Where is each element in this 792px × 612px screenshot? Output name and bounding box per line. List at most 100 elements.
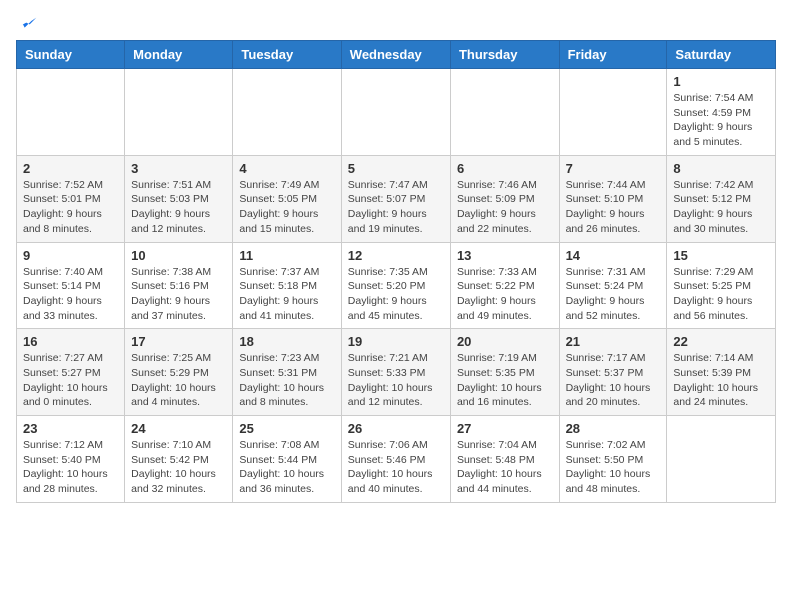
day-details: Sunrise: 7:44 AM Sunset: 5:10 PM Dayligh… (566, 178, 661, 237)
day-details: Sunrise: 7:21 AM Sunset: 5:33 PM Dayligh… (348, 351, 444, 410)
day-details: Sunrise: 7:12 AM Sunset: 5:40 PM Dayligh… (23, 438, 118, 497)
day-number: 9 (23, 248, 118, 263)
calendar-day-2: 2 Sunrise: 7:52 AM Sunset: 5:01 PM Daylig… (17, 155, 125, 242)
day-details: Sunrise: 7:52 AM Sunset: 5:01 PM Dayligh… (23, 178, 118, 237)
calendar-empty-cell (233, 69, 341, 156)
calendar-body: 1 Sunrise: 7:54 AM Sunset: 4:59 PM Daylig… (17, 69, 776, 503)
calendar-day-21: 21 Sunrise: 7:17 AM Sunset: 5:37 PM Dayli… (559, 329, 667, 416)
day-details: Sunrise: 7:27 AM Sunset: 5:27 PM Dayligh… (23, 351, 118, 410)
day-number: 6 (457, 161, 553, 176)
calendar-day-9: 9 Sunrise: 7:40 AM Sunset: 5:14 PM Daylig… (17, 242, 125, 329)
day-details: Sunrise: 7:02 AM Sunset: 5:50 PM Dayligh… (566, 438, 661, 497)
calendar-day-16: 16 Sunrise: 7:27 AM Sunset: 5:27 PM Dayli… (17, 329, 125, 416)
day-number: 28 (566, 421, 661, 436)
calendar-header-thursday: Thursday (450, 41, 559, 69)
calendar-header-sunday: Sunday (17, 41, 125, 69)
calendar-day-25: 25 Sunrise: 7:08 AM Sunset: 5:44 PM Dayli… (233, 416, 341, 503)
day-details: Sunrise: 7:37 AM Sunset: 5:18 PM Dayligh… (239, 265, 334, 324)
day-number: 10 (131, 248, 226, 263)
day-number: 1 (673, 74, 769, 89)
day-number: 18 (239, 334, 334, 349)
calendar-header-wednesday: Wednesday (341, 41, 450, 69)
day-details: Sunrise: 7:51 AM Sunset: 5:03 PM Dayligh… (131, 178, 226, 237)
day-number: 20 (457, 334, 553, 349)
day-number: 27 (457, 421, 553, 436)
day-number: 26 (348, 421, 444, 436)
day-number: 25 (239, 421, 334, 436)
calendar-header-friday: Friday (559, 41, 667, 69)
day-number: 5 (348, 161, 444, 176)
calendar-header-saturday: Saturday (667, 41, 776, 69)
calendar-week-row: 2 Sunrise: 7:52 AM Sunset: 5:01 PM Daylig… (17, 155, 776, 242)
day-details: Sunrise: 7:46 AM Sunset: 5:09 PM Dayligh… (457, 178, 553, 237)
day-details: Sunrise: 7:14 AM Sunset: 5:39 PM Dayligh… (673, 351, 769, 410)
calendar-day-20: 20 Sunrise: 7:19 AM Sunset: 5:35 PM Dayli… (450, 329, 559, 416)
calendar-day-6: 6 Sunrise: 7:46 AM Sunset: 5:09 PM Daylig… (450, 155, 559, 242)
calendar-day-4: 4Sunrise: 7:49 AM Sunset: 5:05 PM Daylig… (233, 155, 341, 242)
day-number: 2 (23, 161, 118, 176)
calendar-empty-cell (559, 69, 667, 156)
calendar-day-10: 10 Sunrise: 7:38 AM Sunset: 5:16 PM Dayli… (125, 242, 233, 329)
calendar-day-12: 12 Sunrise: 7:35 AM Sunset: 5:20 PM Dayli… (341, 242, 450, 329)
day-number: 15 (673, 248, 769, 263)
day-details: Sunrise: 7:40 AM Sunset: 5:14 PM Dayligh… (23, 265, 118, 324)
calendar-week-row: 16 Sunrise: 7:27 AM Sunset: 5:27 PM Dayli… (17, 329, 776, 416)
day-details: Sunrise: 7:19 AM Sunset: 5:35 PM Dayligh… (457, 351, 553, 410)
day-details: Sunrise: 7:54 AM Sunset: 4:59 PM Dayligh… (673, 91, 769, 150)
day-number: 16 (23, 334, 118, 349)
day-details: Sunrise: 7:33 AM Sunset: 5:22 PM Dayligh… (457, 265, 553, 324)
day-details: Sunrise: 7:25 AM Sunset: 5:29 PM Dayligh… (131, 351, 226, 410)
day-number: 13 (457, 248, 553, 263)
calendar-day-8: 8 Sunrise: 7:42 AM Sunset: 5:12 PM Daylig… (667, 155, 776, 242)
day-number: 17 (131, 334, 226, 349)
day-details: Sunrise: 7:10 AM Sunset: 5:42 PM Dayligh… (131, 438, 226, 497)
day-details: Sunrise: 7:29 AM Sunset: 5:25 PM Dayligh… (673, 265, 769, 324)
calendar-day-27: 27 Sunrise: 7:04 AM Sunset: 5:48 PM Dayli… (450, 416, 559, 503)
logo (16, 16, 38, 32)
calendar-table: SundayMondayTuesdayWednesdayThursdayFrid… (16, 40, 776, 503)
calendar-day-13: 13 Sunrise: 7:33 AM Sunset: 5:22 PM Dayli… (450, 242, 559, 329)
day-details: Sunrise: 7:23 AM Sunset: 5:31 PM Dayligh… (239, 351, 334, 410)
day-number: 7 (566, 161, 661, 176)
calendar-header-monday: Monday (125, 41, 233, 69)
day-number: 24 (131, 421, 226, 436)
day-number: 19 (348, 334, 444, 349)
calendar-header-tuesday: Tuesday (233, 41, 341, 69)
day-details: Sunrise: 7:35 AM Sunset: 5:20 PM Dayligh… (348, 265, 444, 324)
calendar-week-row: 9 Sunrise: 7:40 AM Sunset: 5:14 PM Daylig… (17, 242, 776, 329)
day-number: 8 (673, 161, 769, 176)
day-details: Sunrise: 7:04 AM Sunset: 5:48 PM Dayligh… (457, 438, 553, 497)
calendar-day-24: 24 Sunrise: 7:10 AM Sunset: 5:42 PM Dayli… (125, 416, 233, 503)
calendar-week-row: 23 Sunrise: 7:12 AM Sunset: 5:40 PM Dayli… (17, 416, 776, 503)
day-number: 4 (239, 161, 334, 176)
day-details: Sunrise: 7:47 AM Sunset: 5:07 PM Dayligh… (348, 178, 444, 237)
page-header (16, 16, 776, 32)
day-number: 22 (673, 334, 769, 349)
day-number: 23 (23, 421, 118, 436)
day-details: Sunrise: 7:06 AM Sunset: 5:46 PM Dayligh… (348, 438, 444, 497)
calendar-day-18: 18 Sunrise: 7:23 AM Sunset: 5:31 PM Dayli… (233, 329, 341, 416)
day-details: Sunrise: 7:38 AM Sunset: 5:16 PM Dayligh… (131, 265, 226, 324)
calendar-day-17: 17 Sunrise: 7:25 AM Sunset: 5:29 PM Dayli… (125, 329, 233, 416)
calendar-day-14: 14 Sunrise: 7:31 AM Sunset: 5:24 PM Dayli… (559, 242, 667, 329)
calendar-empty-cell (17, 69, 125, 156)
calendar-day-11: 11 Sunrise: 7:37 AM Sunset: 5:18 PM Dayli… (233, 242, 341, 329)
day-details: Sunrise: 7:42 AM Sunset: 5:12 PM Dayligh… (673, 178, 769, 237)
calendar-empty-cell (450, 69, 559, 156)
day-number: 12 (348, 248, 444, 263)
calendar-day-23: 23 Sunrise: 7:12 AM Sunset: 5:40 PM Dayli… (17, 416, 125, 503)
day-details: Sunrise: 7:08 AM Sunset: 5:44 PM Dayligh… (239, 438, 334, 497)
calendar-empty-cell (341, 69, 450, 156)
calendar-day-26: 26 Sunrise: 7:06 AM Sunset: 5:46 PM Dayli… (341, 416, 450, 503)
calendar-week-row: 1 Sunrise: 7:54 AM Sunset: 4:59 PM Daylig… (17, 69, 776, 156)
day-number: 11 (239, 248, 334, 263)
logo-bird-icon (18, 16, 38, 36)
day-number: 21 (566, 334, 661, 349)
calendar-day-15: 15 Sunrise: 7:29 AM Sunset: 5:25 PM Dayli… (667, 242, 776, 329)
calendar-empty-cell (667, 416, 776, 503)
calendar-header-row: SundayMondayTuesdayWednesdayThursdayFrid… (17, 41, 776, 69)
day-details: Sunrise: 7:31 AM Sunset: 5:24 PM Dayligh… (566, 265, 661, 324)
calendar-day-22: 22 Sunrise: 7:14 AM Sunset: 5:39 PM Dayli… (667, 329, 776, 416)
day-number: 14 (566, 248, 661, 263)
day-details: Sunrise: 7:17 AM Sunset: 5:37 PM Dayligh… (566, 351, 661, 410)
